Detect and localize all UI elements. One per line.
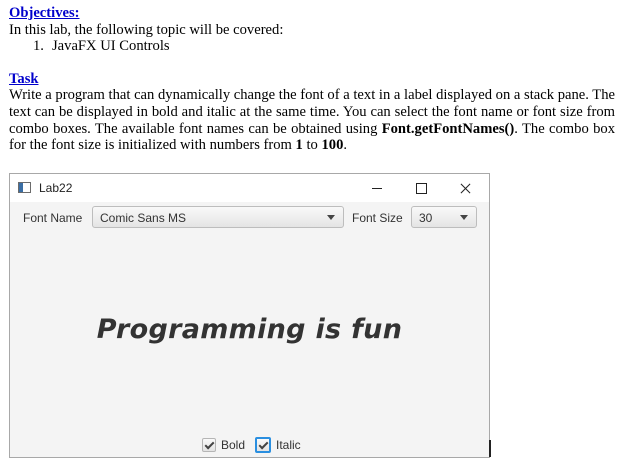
minimize-icon[interactable] [362,178,392,198]
app-window: Lab22 Font Name Comic Sans MS Font Size … [9,173,490,458]
font-name-combo[interactable]: Comic Sans MS [92,206,344,228]
window-shadow-edge [489,440,491,457]
font-size-value: 30 [419,211,433,225]
task-number-to: 100 [321,137,344,154]
window-title: Lab22 [39,181,73,195]
close-icon[interactable] [450,178,480,198]
checkbox-box[interactable] [255,437,271,453]
font-name-label: Font Name [23,211,83,225]
lab-document: Objectives: In this lab, the following t… [9,5,615,154]
italic-label: Italic [276,438,301,452]
font-size-label: Font Size [352,211,403,225]
objectives-heading: Objectives: [9,5,80,21]
sample-text-label: Programming is fun [96,314,403,345]
maximize-icon[interactable] [406,178,436,198]
list-item-text: JavaFX UI Controls [52,38,170,55]
objectives-list-item: 1. JavaFX UI Controls [9,38,615,55]
task-number-from: 1 [295,137,303,154]
chevron-down-icon [460,215,468,220]
chevron-down-icon [327,215,335,220]
bold-label: Bold [221,438,246,452]
task-text: . [343,137,348,154]
task-paragraph: Write a program that can dynamically cha… [9,87,615,153]
font-name-value: Comic Sans MS [100,211,187,225]
title-bar[interactable]: Lab22 [10,174,489,202]
font-size-combo[interactable]: 30 [411,206,477,228]
list-item-number: 1. [33,38,44,55]
app-icon [18,182,31,193]
task-code: Font.getFontNames() [381,120,515,137]
objectives-intro: In this lab, the following topic will be… [9,21,284,38]
task-text: to [302,137,322,154]
checkbox-box[interactable] [202,438,216,452]
task-heading: Task [9,70,39,87]
